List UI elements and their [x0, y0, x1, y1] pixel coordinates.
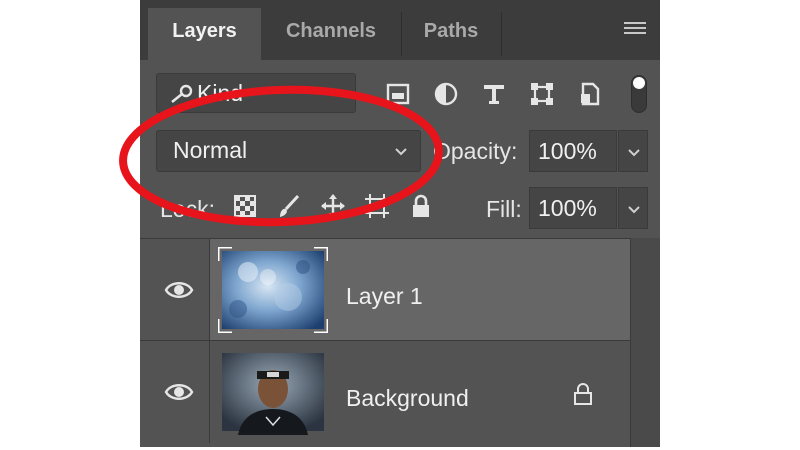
shape-filter-icon[interactable] — [528, 80, 556, 108]
layer-row-layer-1[interactable]: Layer 1 — [140, 238, 630, 341]
search-key-icon — [171, 84, 193, 104]
layer-name: Background — [346, 385, 469, 411]
layer-row-background[interactable]: Background — [140, 340, 630, 443]
chevron-down-icon — [330, 89, 342, 97]
tab-layers[interactable]: Layers — [148, 8, 261, 60]
tab-paths[interactable]: Paths — [401, 8, 501, 60]
lock-all-icon[interactable] — [408, 193, 434, 219]
adjustment-filter-icon[interactable] — [432, 80, 460, 108]
layer-name: Layer 1 — [346, 283, 423, 309]
opacity-label: Opacity: — [433, 138, 518, 164]
tab-divider — [501, 12, 502, 56]
layers-panel: Layers Channels Paths Kind Normal Opacit… — [140, 0, 660, 447]
panel-tab-bar: Layers Channels Paths — [140, 0, 660, 60]
blend-mode-label: Normal — [173, 137, 248, 163]
layer-thumbnail-texture — [218, 247, 328, 333]
lock-label: Lock: — [160, 196, 215, 222]
opacity-input[interactable]: 100% — [529, 130, 617, 172]
fill-label: Fill: — [486, 196, 522, 222]
lock-image-pixels-icon[interactable] — [276, 193, 302, 219]
chevron-down-icon — [628, 206, 640, 214]
lock-artboard-icon[interactable] — [364, 193, 390, 219]
type-filter-icon[interactable] — [480, 80, 508, 108]
smart-object-filter-icon[interactable] — [576, 80, 604, 108]
hamburger-icon[interactable] — [624, 22, 646, 38]
image-filter-icon[interactable] — [384, 80, 412, 108]
layers-scrollbar[interactable] — [630, 238, 660, 447]
lock-transparent-pixels-icon[interactable] — [232, 193, 258, 219]
fill-dropdown-button[interactable] — [618, 187, 648, 229]
filter-kind-label: Kind — [197, 80, 244, 106]
eye-icon — [164, 282, 194, 298]
layer-thumbnail-portrait — [222, 353, 324, 435]
opacity-dropdown-button[interactable] — [618, 130, 648, 172]
blend-mode-dropdown[interactable]: Normal — [156, 130, 421, 172]
chevron-down-icon — [628, 149, 640, 157]
eye-icon — [164, 384, 194, 400]
layer-lock-icon[interactable] — [572, 382, 594, 406]
tab-channels[interactable]: Channels — [261, 8, 401, 60]
filter-kind-dropdown[interactable]: Kind — [156, 73, 356, 113]
visibility-toggle[interactable] — [140, 341, 210, 443]
chevron-down-icon — [395, 148, 407, 156]
visibility-toggle[interactable] — [140, 239, 210, 341]
fill-input[interactable]: 100% — [529, 187, 617, 229]
filter-toggle[interactable] — [631, 75, 647, 113]
lock-position-icon[interactable] — [320, 193, 346, 219]
